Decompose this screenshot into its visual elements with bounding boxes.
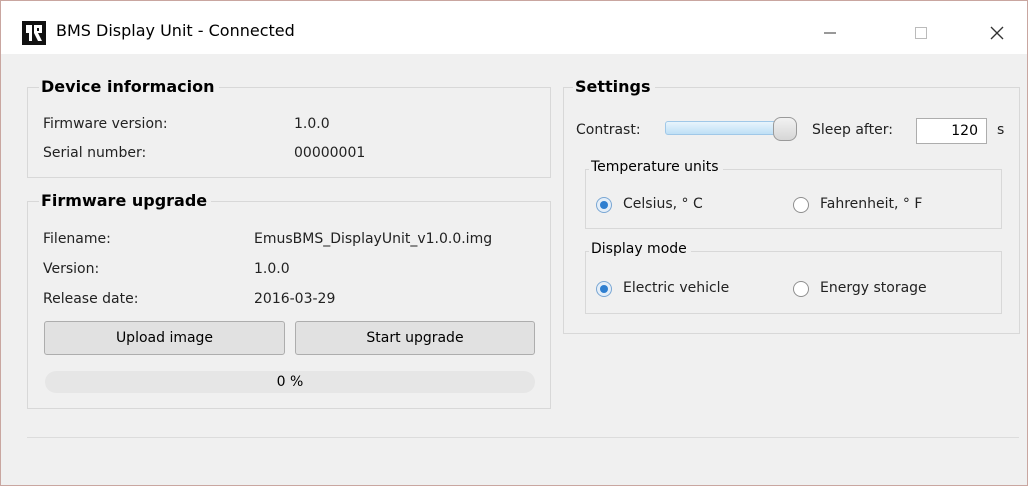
progress-text: 0 %	[276, 374, 304, 390]
settings-title: Settings	[573, 77, 655, 96]
celsius-label[interactable]: Celsius, ° C	[623, 196, 703, 212]
sleep-after-input[interactable]: 120	[916, 118, 987, 144]
firmware-upgrade-title: Firmware upgrade	[39, 191, 212, 210]
upload-image-button[interactable]: Upload image	[44, 321, 285, 355]
upgrade-progress-bar: 0 %	[45, 371, 535, 393]
sleep-unit-label: s	[997, 122, 1005, 138]
temperature-units-title: Temperature units	[589, 159, 723, 175]
electric-vehicle-radio[interactable]	[596, 281, 612, 297]
energy-storage-label[interactable]: Energy storage	[820, 280, 927, 296]
fahrenheit-radio[interactable]	[793, 197, 809, 213]
contrast-slider-thumb[interactable]	[773, 117, 797, 141]
contrast-label: Contrast:	[576, 122, 641, 138]
serial-number-label: Serial number:	[43, 145, 147, 161]
minimize-button[interactable]	[807, 15, 853, 51]
bottom-divider	[27, 437, 1019, 438]
version-value: 1.0.0	[254, 261, 290, 277]
sleep-after-label: Sleep after:	[812, 122, 893, 138]
release-date-value: 2016-03-29	[254, 291, 336, 307]
device-info-group	[27, 87, 551, 178]
display-mode-title: Display mode	[589, 241, 691, 257]
energy-storage-radio[interactable]	[793, 281, 809, 297]
firmware-version-value: 1.0.0	[294, 116, 330, 132]
maximize-button[interactable]	[898, 15, 944, 51]
fahrenheit-label[interactable]: Fahrenheit, ° F	[820, 196, 922, 212]
contrast-slider-track[interactable]	[665, 121, 785, 135]
close-icon	[990, 26, 1004, 40]
electric-vehicle-label[interactable]: Electric vehicle	[623, 280, 729, 296]
start-upgrade-button[interactable]: Start upgrade	[295, 321, 535, 355]
title-bar[interactable]: BMS Display Unit - Connected	[1, 1, 1027, 54]
version-label: Version:	[43, 261, 100, 277]
celsius-radio[interactable]	[596, 197, 612, 213]
minimize-icon	[824, 32, 836, 34]
filename-label: Filename:	[43, 231, 111, 247]
maximize-icon	[915, 27, 927, 39]
device-info-title: Device informacion	[39, 77, 219, 96]
app-logo-icon	[22, 21, 46, 45]
release-date-label: Release date:	[43, 291, 139, 307]
window-title: BMS Display Unit - Connected	[56, 21, 295, 40]
firmware-version-label: Firmware version:	[43, 116, 168, 132]
serial-number-value: 00000001	[294, 145, 366, 161]
filename-value: EmusBMS_DisplayUnit_v1.0.0.img	[254, 231, 493, 247]
close-button[interactable]	[974, 15, 1020, 51]
app-window: BMS Display Unit - Connected Device info…	[0, 0, 1028, 486]
